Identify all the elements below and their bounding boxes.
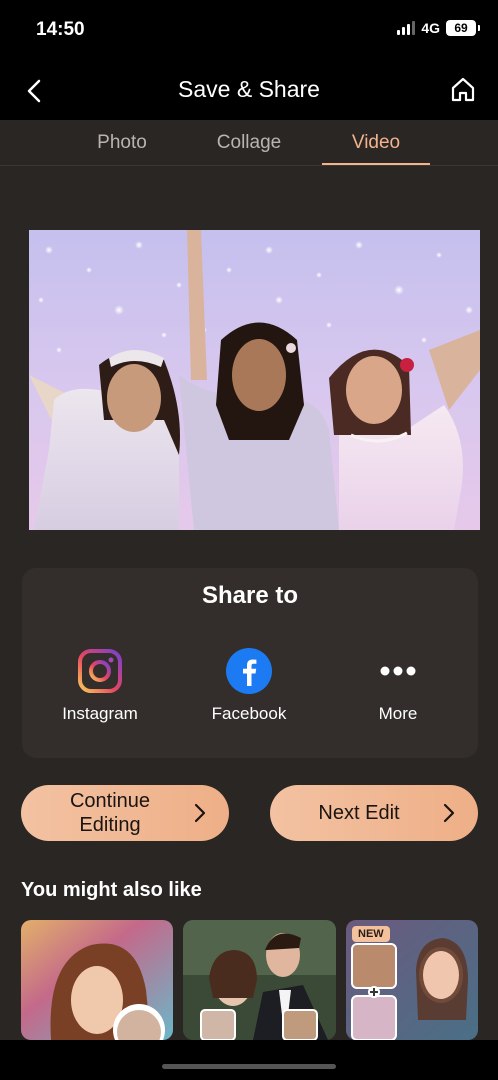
instagram-label: Instagram [62,704,138,723]
new-badge: NEW [352,926,390,942]
continue-editing-line-1: Continue [69,790,151,812]
status-bar: 14:50 4G 69 [0,0,498,60]
tab-video[interactable]: Video [322,132,430,154]
facebook-label: Facebook [211,704,287,723]
suggestion-card-2[interactable] [183,920,336,1040]
home-icon[interactable] [448,74,478,104]
battery-icon: 69 [446,20,480,36]
suggestion-image-1 [21,920,173,1040]
media-tabs: Photo Collage Video [0,120,498,166]
share-facebook[interactable]: Facebook [189,648,309,724]
home-indicator[interactable] [162,1064,336,1069]
suggestions-title: You might also like [21,879,202,901]
active-tab-indicator [322,163,430,165]
more-icon [380,666,416,676]
preview-image [29,230,480,530]
video-preview[interactable] [29,230,480,530]
share-more[interactable]: More [338,648,458,724]
suggestion-image-2 [183,920,336,1040]
status-icons: 4G 69 [397,20,480,36]
network-type: 4G [421,20,440,36]
home-bar [0,1040,498,1080]
continue-editing-button[interactable]: Continue Editing [21,785,229,841]
status-time: 14:50 [36,19,85,40]
share-title: Share to [201,582,299,609]
share-instagram[interactable]: Instagram [40,648,160,724]
next-edit-label: Next Edit [318,802,400,824]
tab-photo[interactable]: Photo [82,132,162,154]
share-card: Share to Instagram Facebook More [22,568,478,758]
continue-editing-line-2: Editing [79,814,141,836]
continue-editing-label: Continue Editing [41,789,179,837]
signal-icon [397,21,416,35]
suggestion-card-1[interactable] [21,920,173,1040]
nav-bar: Save & Share [0,60,498,120]
next-edit-button[interactable]: Next Edit [270,785,478,841]
tab-collage[interactable]: Collage [205,132,293,154]
instagram-icon [78,649,122,693]
more-label: More [378,704,418,723]
page-title: Save & Share [178,76,320,102]
battery-level: 69 [454,21,468,35]
chevron-right-icon [443,803,455,823]
facebook-icon [226,648,272,694]
chevron-right-icon [194,803,206,823]
suggestion-card-3[interactable]: NEW [346,920,478,1040]
